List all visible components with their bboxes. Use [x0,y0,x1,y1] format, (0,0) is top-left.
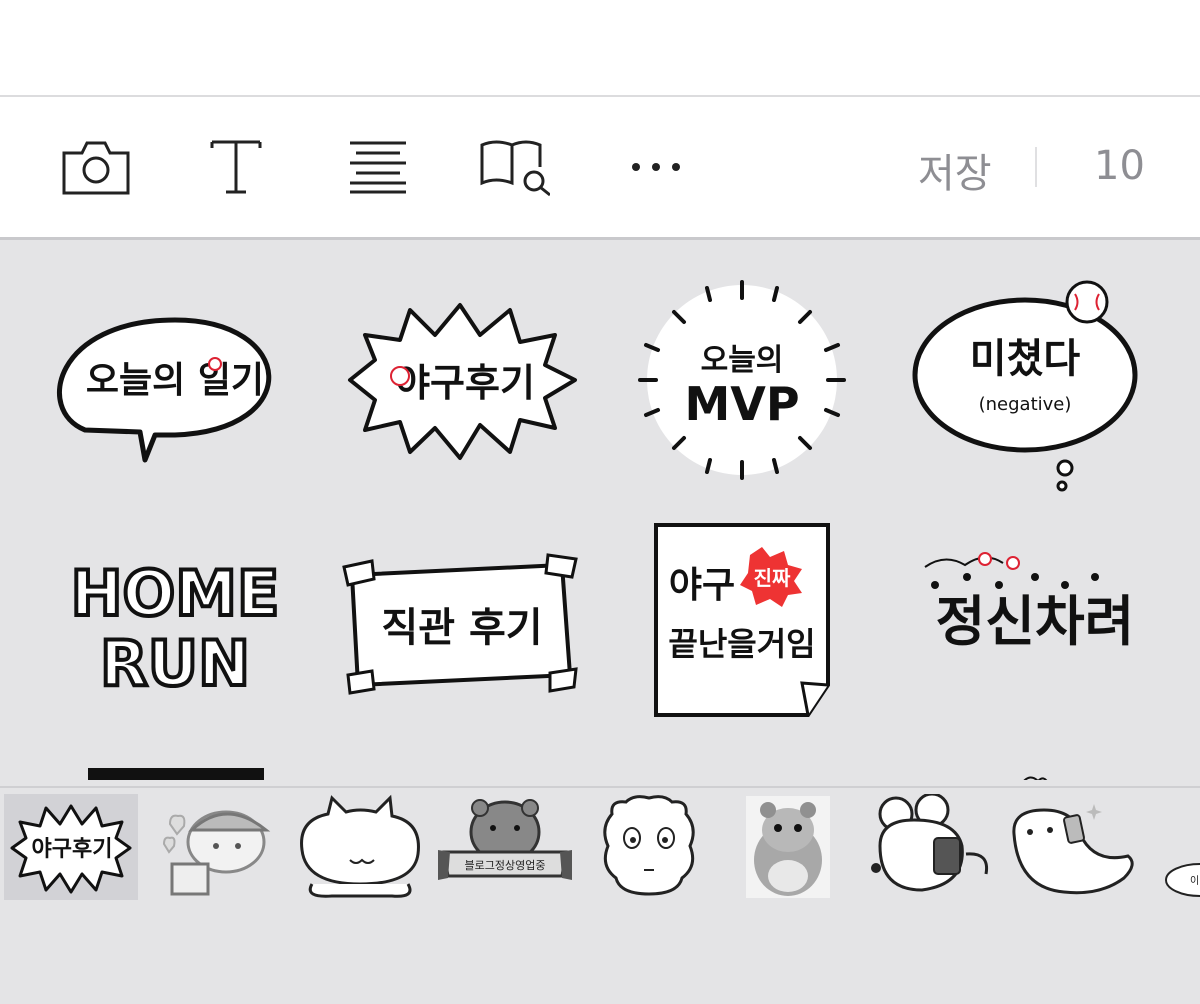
sticker-label-top: 오늘의 [701,343,784,378]
sticker-label-bottom: RUN [100,627,250,700]
book-search-icon[interactable] [478,137,551,197]
pack-banner-text: 블로그정상영업중 [465,859,546,872]
pack-cat-blob[interactable] [292,794,426,900]
next-row-sticker-edge [1020,768,1050,780]
character-count: 10 [1094,143,1145,189]
sticker-baseball-not-over[interactable]: 야구 진짜 끝난을거임 [612,523,872,725]
sticker-label: 직관 후기 [381,605,542,651]
pack-label: 이번 [1190,875,1200,887]
top-bar [0,0,1200,97]
sticker-get-it-together[interactable]: 정신차려 [895,525,1155,725]
sticker-label: 야구후기 [395,361,535,405]
sticker-label: 정신차려 [936,590,1135,653]
pack-mouse-phone[interactable] [866,792,1000,900]
pack-hamster-photo[interactable] [742,794,834,900]
pack-partial[interactable]: 이번 [1160,794,1200,900]
toolbar-divider [1035,147,1037,187]
pack-label: 야구후기 [32,837,113,862]
pack-hearts-character[interactable] [150,794,284,900]
sticker-stadium-review[interactable]: 직관 후기 [330,525,590,725]
save-button[interactable]: 저장 [918,141,992,199]
sticker-label-top: HOME [71,557,280,630]
text-icon[interactable] [200,137,272,197]
sticker-label: 오늘의 일기 [86,360,264,401]
editor-toolbar: 저장 10 [0,97,1200,240]
sticker-today-mvp[interactable]: 오늘의 MVP [612,280,872,480]
camera-icon[interactable] [60,137,132,197]
sticker-tag: 진짜 [754,566,791,590]
pack-baseball-review[interactable]: 야구후기 [4,794,138,900]
sticker-today-diary[interactable]: 오늘의 일기 [45,280,305,480]
sticker-label-bottom: 끝난을거임 [668,625,815,663]
pack-otter-banner[interactable]: 블로그정상영업중 [438,794,572,900]
sticker-label-bottom: MVP [684,377,799,431]
pack-fluffy-face[interactable] [582,794,716,900]
next-row-sticker-edge [88,768,264,780]
sticker-label-bottom: (negative) [979,394,1072,415]
sticker-baseball-review[interactable]: 야구후기 [330,280,590,480]
align-icon[interactable] [342,137,414,197]
sticker-label-top: 야구 [669,565,735,606]
pack-seal-phone[interactable] [1004,794,1138,900]
sticker-label-top: 미쳤다 [970,336,1081,382]
next-row-sticker-edge [680,772,780,780]
sticker-pack-tray: 야구후기 블로그정상영업중 이 [0,786,1200,1004]
more-icon[interactable] [620,137,692,197]
sticker-crazy-negative[interactable]: 미쳤다 (negative) [905,280,1165,492]
sticker-home-run[interactable]: HOME RUN [45,525,305,725]
sticker-grid: 오늘의 일기 야구후기 오늘의 MVP 미쳤다 (negative) HOME … [0,240,1200,780]
